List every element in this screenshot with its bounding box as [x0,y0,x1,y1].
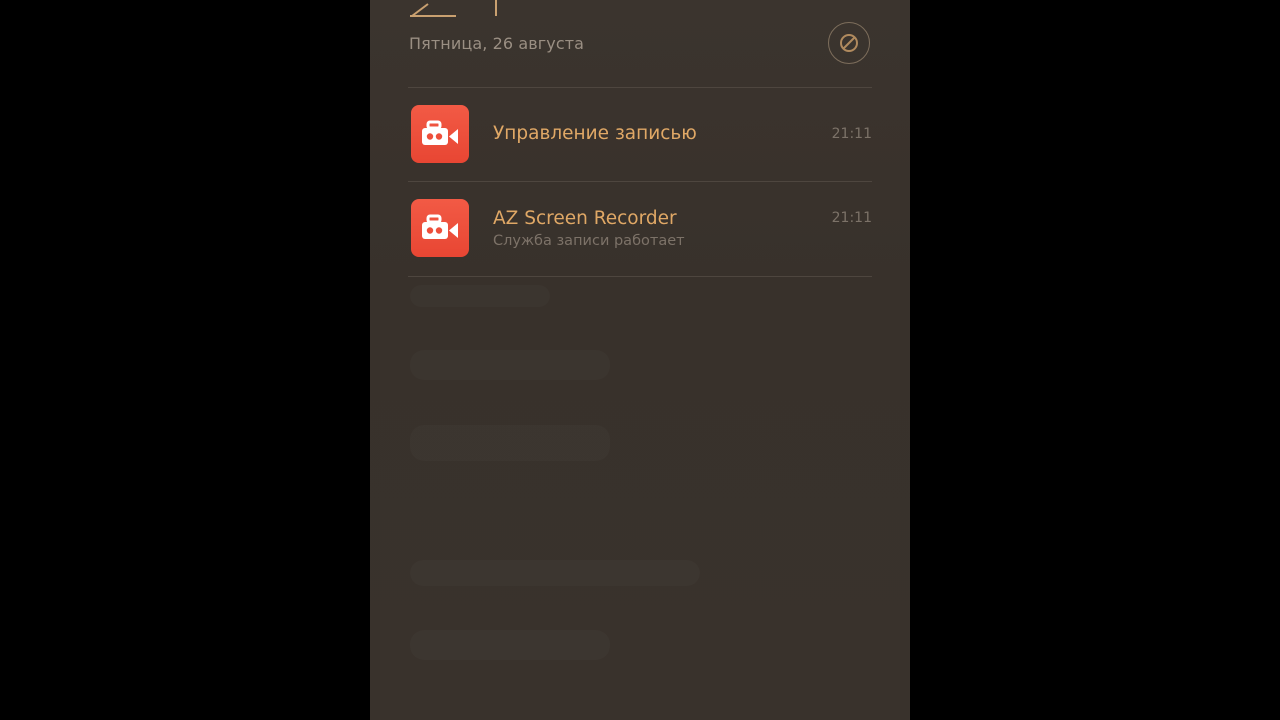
notification-time: 21:11 [831,210,872,226]
video-camera-icon [422,214,458,239]
clear-notifications-button[interactable] [828,22,870,64]
notification-title: Управление записью [493,123,697,144]
notification-az-screen-recorder[interactable]: AZ Screen Recorder Служба записи работае… [408,182,872,276]
blurred-background [410,285,550,307]
notification-recording-control[interactable]: Управление записью 21:11 [408,88,872,182]
app-icon [411,105,469,163]
date-label: Пятница, 26 августа [409,34,585,53]
blurred-background [410,425,610,461]
app-icon [411,199,469,257]
video-camera-icon [422,120,458,145]
notification-subtitle: Служба записи работает [493,233,685,249]
notification-time: 21:11 [831,126,872,142]
notification-title: AZ Screen Recorder [493,208,677,229]
blurred-background [410,560,700,586]
blurred-background [410,630,610,660]
blurred-background [410,350,610,380]
clock-digits-fragment [410,0,497,17]
divider [408,276,872,277]
lock-screen: Пятница, 26 августа Управление записью 2… [370,0,910,720]
block-icon [840,34,858,52]
